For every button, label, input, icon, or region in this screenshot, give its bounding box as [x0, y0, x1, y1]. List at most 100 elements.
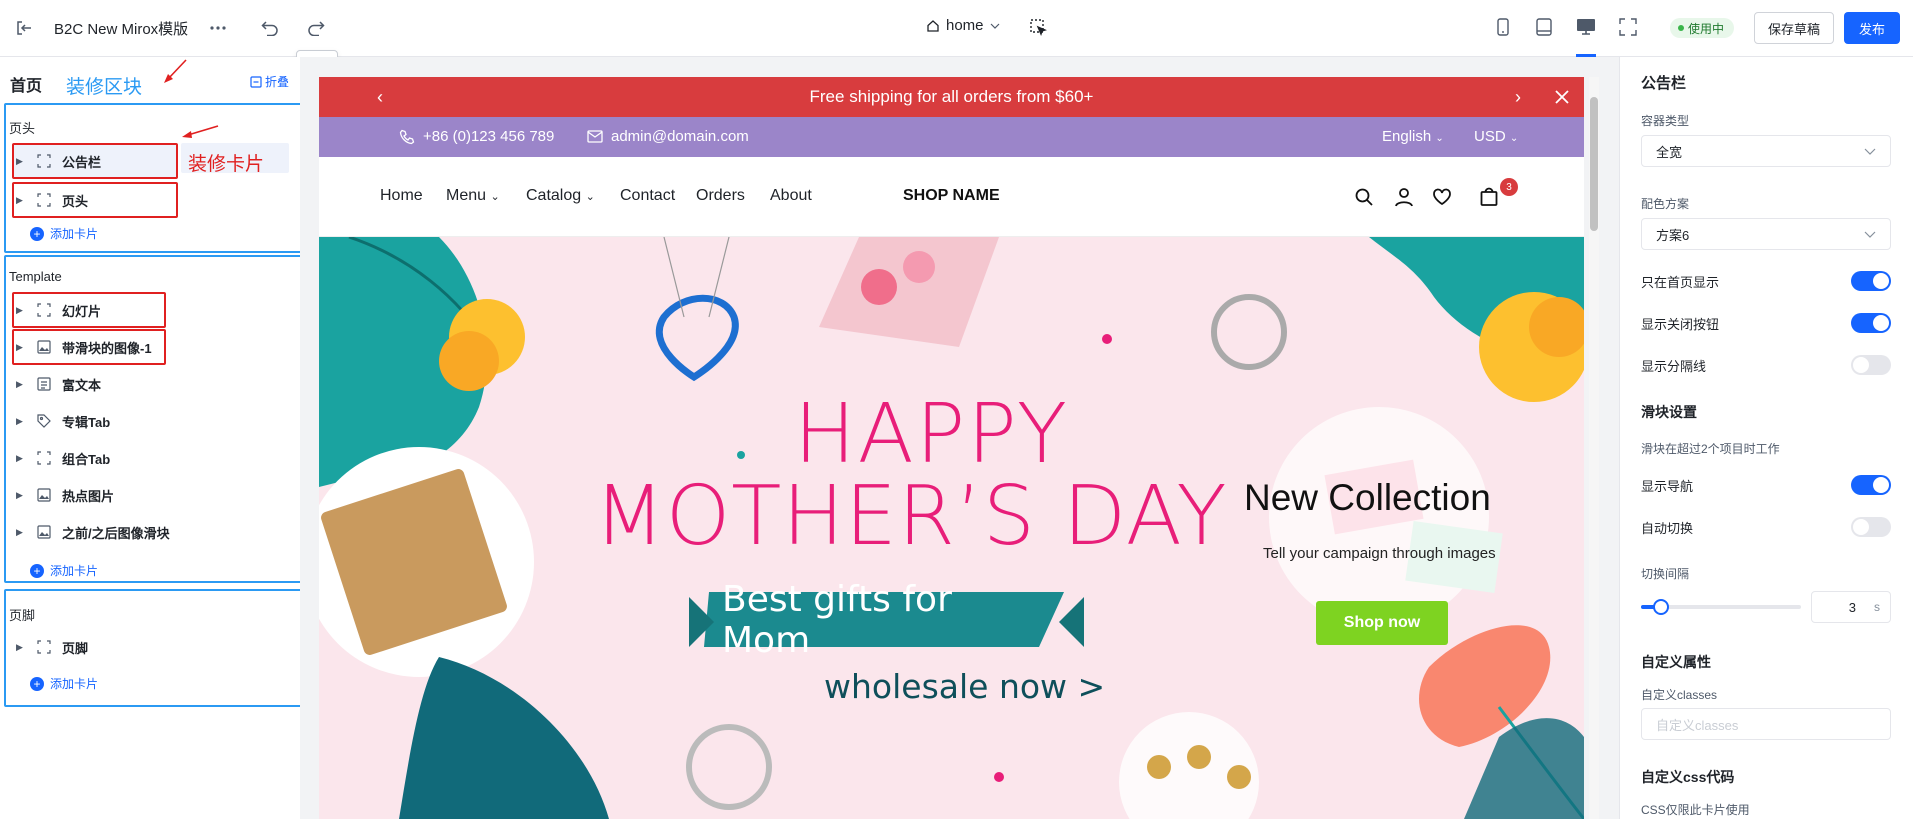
annotation-section-label: 装修区块: [66, 77, 143, 98]
interval-input[interactable]: 3 s: [1811, 591, 1891, 623]
ring-shape: [1211, 294, 1287, 370]
section-icon: [36, 153, 52, 169]
tree-item-label: 公告栏: [62, 154, 102, 170]
tablet-view-icon[interactable]: [1533, 16, 1555, 38]
chevron-down-icon: ⌄: [585, 191, 595, 203]
nav-orders[interactable]: Orders: [696, 187, 745, 205]
status-dot: [1678, 25, 1684, 31]
more-icon[interactable]: [206, 16, 230, 40]
hero-slideshow[interactable]: HAPPY MOTHER’S DAY Best gifts for Mom wh…: [319, 237, 1584, 819]
exit-icon[interactable]: [12, 16, 36, 40]
toggle-show-nav[interactable]: [1851, 475, 1891, 495]
image-icon: [36, 487, 52, 503]
custom-classes-placeholder: 自定义classes: [1656, 717, 1739, 733]
tree-item-header[interactable]: ▶ 页头: [10, 184, 88, 216]
publish-button[interactable]: 发布: [1844, 12, 1900, 44]
language-select[interactable]: English ⌄: [1382, 128, 1444, 145]
section-icon: [36, 192, 52, 208]
settings-scrollbar[interactable]: [1906, 57, 1913, 819]
tree-item-album-tab[interactable]: ▶ 专辑Tab: [10, 405, 110, 437]
heart-necklace-shape: [655, 294, 739, 382]
section-icon: [36, 450, 52, 466]
tree-item-label: 之前/之后图像滑块: [62, 525, 170, 541]
tree-item-slideshow[interactable]: ▶ 幻灯片: [10, 294, 101, 326]
chevron-left-icon[interactable]: ‹: [377, 77, 383, 117]
custom-classes-input[interactable]: 自定义classes: [1641, 708, 1891, 740]
expand-arrow-icon[interactable]: ▶: [16, 156, 26, 167]
desktop-view-icon[interactable]: [1575, 16, 1597, 38]
tree-item-hotspot-image[interactable]: ▶ 热点图片: [10, 479, 114, 511]
undo-icon[interactable]: [258, 16, 282, 40]
color-scheme-select[interactable]: 方案6: [1641, 218, 1891, 250]
expand-arrow-icon[interactable]: ▶: [16, 416, 26, 427]
tree-item-rich-text[interactable]: ▶ 富文本: [10, 368, 101, 400]
section-icon: [36, 302, 52, 318]
expand-arrow-icon[interactable]: ▶: [16, 527, 26, 538]
image-icon: [36, 524, 52, 540]
app-title: B2C New Mirox模版: [54, 21, 189, 38]
container-type-select[interactable]: 全宽: [1641, 135, 1891, 167]
tree-item-footer[interactable]: ▶ 页脚: [10, 631, 88, 663]
collection-title: New Collection: [1244, 477, 1491, 518]
shop-now-button[interactable]: Shop now: [1316, 601, 1448, 645]
annotation-card-arrow-icon: [182, 125, 219, 138]
preview-scrollbar-thumb[interactable]: [1590, 97, 1598, 231]
select-element-icon[interactable]: [1027, 16, 1049, 38]
add-card-button[interactable]: + 添加卡片: [30, 675, 98, 692]
account-icon[interactable]: [1394, 187, 1414, 207]
expand-arrow-icon[interactable]: ▶: [16, 453, 26, 464]
search-icon[interactable]: [1354, 187, 1374, 207]
save-draft-button[interactable]: 保存草稿: [1754, 12, 1834, 44]
language-label: English: [1382, 128, 1432, 145]
redo-icon[interactable]: [304, 16, 328, 40]
nav-contact[interactable]: Contact: [620, 187, 675, 205]
tree-item-announcement-bar[interactable]: ▶ 公告栏: [10, 145, 101, 177]
currency-select[interactable]: USD ⌄: [1474, 128, 1518, 145]
container-type-label: 容器类型: [1641, 114, 1690, 128]
expand-arrow-icon[interactable]: ▶: [16, 342, 26, 353]
mobile-view-icon[interactable]: [1492, 16, 1514, 38]
expand-arrow-icon[interactable]: ▶: [16, 490, 26, 501]
nav-menu-label: Menu: [446, 187, 487, 204]
close-icon[interactable]: [1555, 77, 1569, 117]
nav-home[interactable]: Home: [380, 187, 423, 205]
plus-icon: +: [30, 563, 44, 578]
toggle-knob: [1873, 477, 1889, 493]
expand-arrow-icon[interactable]: ▶: [16, 195, 26, 206]
fullscreen-icon[interactable]: [1617, 16, 1639, 38]
plus-icon: +: [30, 676, 44, 691]
toggle-label-divider: 显示分隔线: [1641, 359, 1707, 374]
tree-item-image-slider[interactable]: ▶ 带滑块的图像-1: [10, 331, 152, 363]
toggle-autoplay[interactable]: [1851, 517, 1891, 537]
cart-icon[interactable]: [1480, 186, 1498, 207]
announcement-bar[interactable]: Free shipping for all orders from $60+: [319, 77, 1584, 117]
tree-item-before-after-slider[interactable]: ▶ 之前/之后图像滑块: [10, 516, 170, 548]
wishlist-icon[interactable]: [1432, 188, 1452, 206]
expand-arrow-icon[interactable]: ▶: [16, 642, 26, 653]
hero-wholesale-link[interactable]: wholesale now >: [824, 667, 1105, 706]
toggle-home-only[interactable]: [1851, 271, 1891, 291]
collapse-button[interactable]: 折叠: [250, 73, 289, 90]
toggle-close-button[interactable]: [1851, 313, 1891, 333]
page-select[interactable]: home: [926, 17, 1000, 34]
nav-menu[interactable]: Menu ⌄: [446, 187, 500, 205]
section-label-header: 页头: [9, 121, 36, 136]
color-scheme-label: 配色方案: [1641, 197, 1690, 211]
tree-item-combo-tab[interactable]: ▶ 组合Tab: [10, 442, 110, 474]
nav-about[interactable]: About: [770, 187, 812, 205]
top-bar: B2C New Mirox模版 home 使用中 保存草稿 发布: [0, 0, 1913, 57]
shop-name[interactable]: SHOP NAME: [903, 187, 1000, 205]
interval-slider-handle[interactable]: [1653, 599, 1669, 615]
rose-shape: [861, 269, 897, 305]
tree-item-label: 专辑Tab: [62, 414, 111, 430]
toggle-divider[interactable]: [1851, 355, 1891, 375]
add-card-button[interactable]: + 添加卡片: [30, 562, 98, 579]
toggle-label-home-only: 只在首页显示: [1641, 275, 1720, 290]
expand-arrow-icon[interactable]: ▶: [16, 379, 26, 390]
add-card-button[interactable]: + 添加卡片: [30, 225, 98, 242]
expand-arrow-icon[interactable]: ▶: [16, 305, 26, 316]
chevron-right-icon[interactable]: ›: [1515, 77, 1521, 117]
nav-catalog[interactable]: Catalog ⌄: [526, 187, 595, 205]
chevron-down-icon: [1864, 148, 1876, 155]
toggle-label-close-button: 显示关闭按钮: [1641, 317, 1720, 332]
